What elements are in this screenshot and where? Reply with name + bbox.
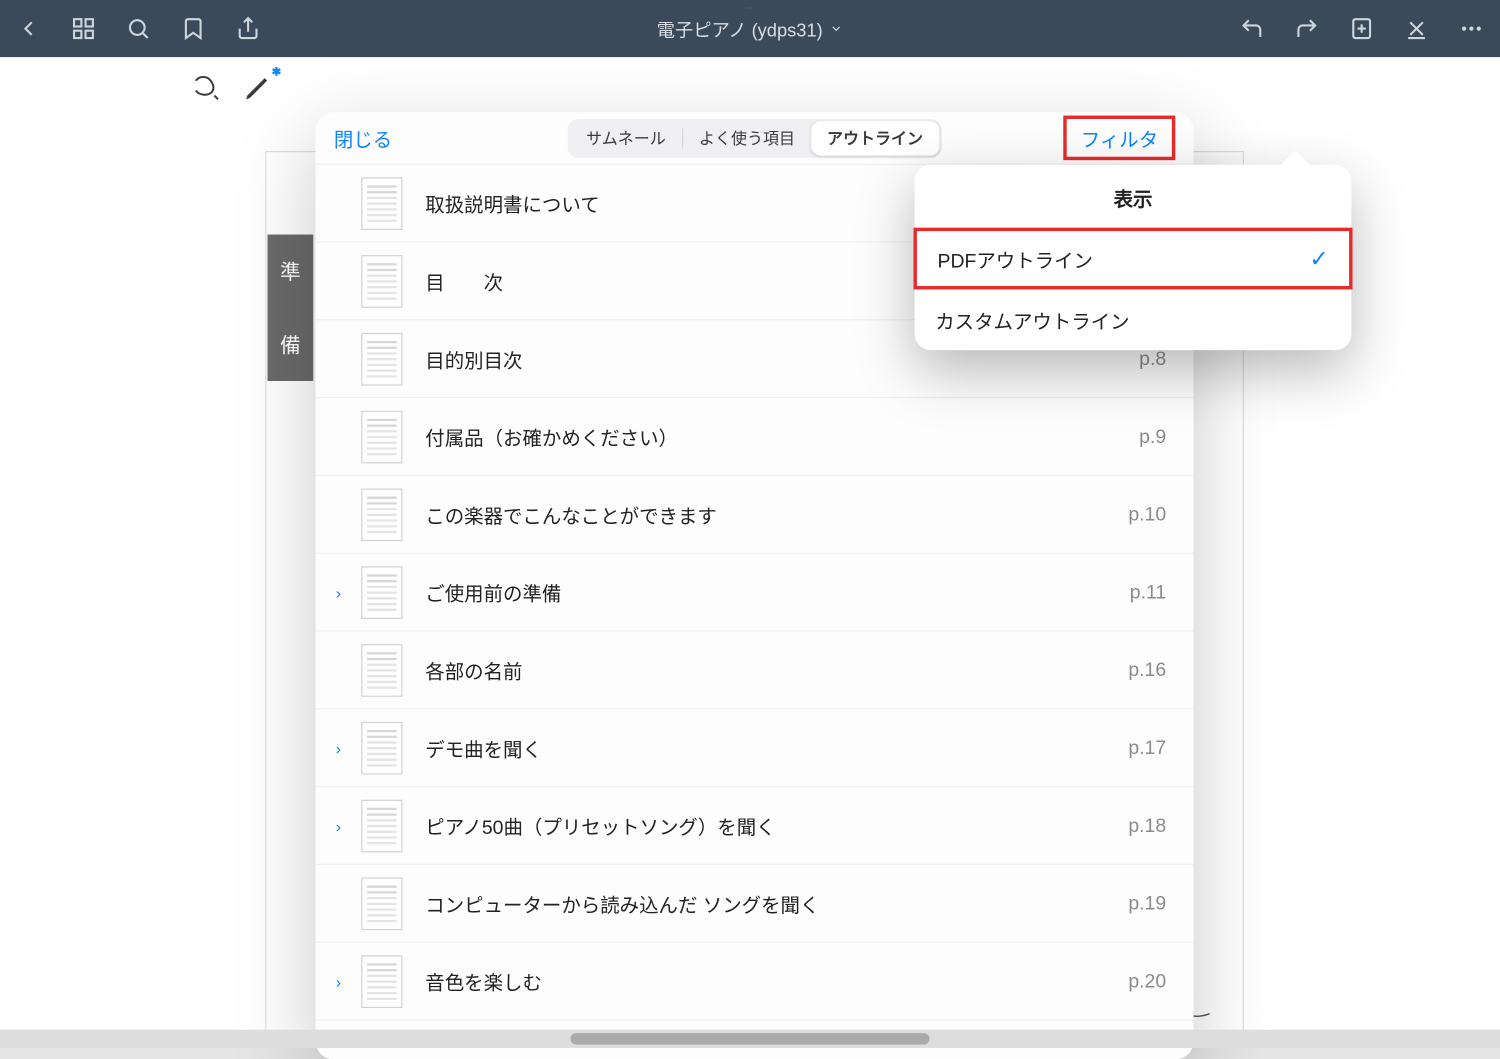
filter-button[interactable]: フィルタ	[1064, 116, 1176, 161]
side-tab-char2: 備	[280, 330, 301, 360]
page-thumbnail	[361, 955, 402, 1008]
outline-row[interactable]: この楽器でこんなことができますp.10	[316, 476, 1194, 554]
outline-page-number: p.8	[1139, 347, 1166, 370]
popover-header: 表示	[915, 165, 1352, 229]
chevron-down-icon	[830, 22, 844, 36]
outline-page-number: p.19	[1128, 892, 1166, 915]
panel-header: 閉じる サムネール よく使う項目 アウトライン フィルタ	[316, 112, 1194, 165]
outline-title: ピアノ50曲（プリセットソング）を聞く	[425, 811, 1128, 840]
document-title[interactable]: 電子ピアノ (ydps31)	[657, 15, 844, 42]
outline-page-number: p.20	[1128, 970, 1166, 993]
outline-page-number: p.9	[1139, 425, 1166, 448]
seg-favorites[interactable]: よく使う項目	[683, 121, 811, 155]
bookmark-icon[interactable]	[181, 16, 206, 41]
outline-title: 付属品（お確かめください）	[425, 422, 1139, 451]
outline-page-number: p.18	[1128, 814, 1166, 837]
back-icon[interactable]	[16, 16, 41, 41]
side-tab-char1: 準	[280, 256, 301, 286]
filter-option[interactable]: カスタムアウトライン	[915, 288, 1352, 350]
view-segmented-control: サムネール よく使う項目 アウトライン	[568, 118, 942, 157]
outline-row[interactable]: › ピアノ50曲（プリセットソング）を聞くp.18	[316, 787, 1194, 865]
lasso-tool-icon[interactable]	[192, 73, 222, 103]
page-thumbnail	[361, 410, 402, 463]
expand-chevron-icon[interactable]: ›	[316, 583, 362, 601]
page-thumbnail	[361, 177, 402, 230]
expand-chevron-icon[interactable]: ›	[316, 739, 362, 757]
outline-row[interactable]: › ご使用前の準備p.11	[316, 554, 1194, 632]
close-x-icon[interactable]	[1404, 16, 1429, 41]
page-thumbnail	[361, 721, 402, 774]
outline-title: ご使用前の準備	[425, 578, 1129, 607]
close-button[interactable]: 閉じる	[334, 124, 392, 153]
outline-title: この楽器でこんなことができます	[425, 500, 1128, 529]
grid-icon[interactable]	[71, 16, 96, 41]
canvas-area: ✱ 準 備 閉じる サムネール	[0, 57, 1500, 1048]
outline-page-number: p.10	[1128, 503, 1166, 526]
more-icon[interactable]	[1459, 16, 1484, 41]
redo-icon[interactable]	[1294, 16, 1319, 41]
outline-title: 各部の名前	[425, 656, 1128, 685]
expand-chevron-icon[interactable]: ›	[316, 972, 362, 990]
pen-tool-icon[interactable]: ✱	[242, 73, 272, 103]
filter-option-label: カスタムアウトライン	[935, 305, 1129, 334]
document-title-text: 電子ピアノ (ydps31)	[657, 15, 823, 42]
outline-row[interactable]: 各部の名前p.16	[316, 632, 1194, 710]
bluetooth-indicator-icon: ✱	[272, 66, 282, 79]
add-page-icon[interactable]	[1349, 16, 1374, 41]
expand-chevron-icon[interactable]: ›	[316, 816, 362, 834]
scrollbar-thumb[interactable]	[570, 1033, 930, 1044]
seg-thumbnail[interactable]: サムネール	[570, 121, 682, 155]
outline-page-number: p.11	[1130, 581, 1166, 604]
undo-icon[interactable]	[1239, 16, 1264, 41]
page-thumbnail	[361, 799, 402, 852]
page-thumbnail	[361, 332, 402, 385]
page-thumbnail	[361, 644, 402, 697]
filter-option-label: PDFアウトライン	[938, 244, 1093, 273]
outline-row[interactable]: › 音色を楽しむp.20	[316, 943, 1194, 1021]
seg-outline[interactable]: アウトライン	[811, 121, 939, 155]
page-thumbnail	[361, 488, 402, 541]
filter-popover: 表示 PDFアウトライン ✓ カスタムアウトライン	[915, 165, 1352, 350]
top-toolbar: ⋯ 電子ピアノ (ydps31)	[0, 0, 1500, 57]
outline-page-number: p.17	[1128, 736, 1166, 759]
page-thumbnail	[361, 255, 402, 308]
page-thumbnail	[361, 566, 402, 619]
page-scrollbar[interactable]	[0, 1030, 1500, 1048]
drag-handle-dots: ⋯	[745, 5, 754, 13]
search-icon[interactable]	[126, 16, 151, 41]
outline-row[interactable]: 付属品（お確かめください）p.9	[316, 398, 1194, 476]
outline-title: デモ曲を聞く	[425, 733, 1128, 762]
outline-title: 音色を楽しむ	[425, 967, 1128, 996]
check-icon: ✓	[1309, 244, 1328, 273]
page-thumbnail	[361, 877, 402, 930]
outline-row[interactable]: › デモ曲を聞くp.17	[316, 709, 1194, 787]
outline-title: コンピューターから読み込んだ ソングを聞く	[425, 889, 1128, 918]
outline-row[interactable]: コンピューターから読み込んだ ソングを聞くp.19	[316, 865, 1194, 943]
filter-option[interactable]: PDFアウトライン ✓	[913, 228, 1352, 290]
side-tab[interactable]: 準 備	[268, 235, 314, 381]
share-icon[interactable]	[236, 16, 261, 41]
outline-page-number: p.16	[1128, 658, 1166, 681]
